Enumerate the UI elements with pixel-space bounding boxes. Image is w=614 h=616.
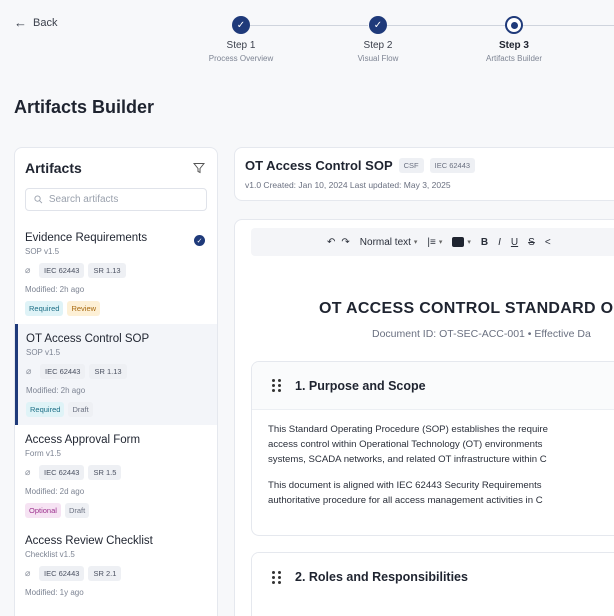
artifact-item-access-review-checklist[interactable]: Access Review Checklist Checklist v1.5 ⌀… <box>15 526 217 605</box>
document-header: OT Access Control SOP CSF IEC 62443 v1.0… <box>234 147 614 201</box>
line-spacing-dropdown[interactable]: |≡ ▾ <box>427 237 442 248</box>
strikethrough-button[interactable]: S <box>528 237 535 248</box>
artifacts-sidebar: Artifacts ✓ Evidence Requirements SOP v1… <box>14 147 218 616</box>
chevron-down-icon: ▾ <box>413 239 418 246</box>
artifact-name: OT Access Control SOP <box>26 333 150 345</box>
requirement-tag: SR 2.1 <box>88 566 122 581</box>
step-2[interactable]: ✓ Step 2 Visual Flow <box>323 16 433 63</box>
page-title: Artifacts Builder <box>14 97 155 117</box>
artifact-name: Access Review Checklist <box>25 535 153 547</box>
section-purpose-scope[interactable]: 1. Purpose and Scope This Standard Opera… <box>251 361 614 536</box>
step-1[interactable]: ✓ Step 1 Process Overview <box>186 16 296 63</box>
paperclip-icon: ⌀ <box>25 265 31 275</box>
step-title: Step 3 <box>498 40 529 51</box>
text-style-label: Normal text <box>359 236 411 248</box>
step-subtitle: Visual Flow <box>357 54 399 63</box>
drag-handle-icon[interactable] <box>272 570 281 584</box>
paragraph-line: This Standard Operating Procedure (SOP) … <box>268 424 548 435</box>
modified-time: Modified: 1y ago <box>25 588 84 597</box>
filter-icon[interactable] <box>193 162 205 174</box>
bold-button[interactable]: B <box>481 237 488 248</box>
section-title: 1. Purpose and Scope <box>295 378 426 393</box>
search-input[interactable] <box>48 194 206 205</box>
step-title: Step 2 <box>363 40 393 51</box>
redo-icon: ↷ <box>341 236 350 248</box>
status-badge: Draft <box>64 503 90 518</box>
modified-time: Modified: 2d ago <box>25 487 85 496</box>
step-subtitle: Artifacts Builder <box>485 54 543 63</box>
framework-tag: CSF <box>398 158 424 173</box>
chevron-down-icon: ▾ <box>438 239 443 246</box>
drag-handle-icon[interactable] <box>272 379 281 392</box>
requirement-tag: SR 1.13 <box>89 364 127 379</box>
paperclip-icon: ⌀ <box>25 568 31 578</box>
paragraph-line: access control within Operational Techno… <box>268 439 543 450</box>
paperclip-icon: ⌀ <box>26 366 32 376</box>
paragraph-line: This document is aligned with IEC 62443 … <box>268 480 542 491</box>
standard-tag: IEC 62443 <box>40 364 86 379</box>
artifact-item-evidence-requirements[interactable]: ✓ Evidence Requirements SOP v1.5 ⌀ IEC 6… <box>15 223 217 324</box>
requirement-tag: SR 1.5 <box>88 465 122 480</box>
document-id: Document ID: OT-SEC-ACC-001 • Effective … <box>372 328 591 340</box>
artifact-item-access-approval-form[interactable]: Access Approval Form Form v1.5 ⌀ IEC 624… <box>15 425 217 526</box>
stepper: ✓ Step 1 Process Overview ✓ Step 2 Visua… <box>0 16 614 76</box>
sidebar-title: Artifacts <box>25 160 82 176</box>
check-circle-icon: ✓ <box>194 235 205 246</box>
underline-button[interactable]: U <box>511 237 518 248</box>
step-3[interactable]: Step 3 Artifacts Builder <box>459 16 569 63</box>
standard-tag: IEC 62443 <box>39 263 85 278</box>
document-heading: OT ACCESS CONTROL STANDARD OP <box>319 300 614 317</box>
document-editor[interactable]: ↶ ↷ Normal text ▾ |≡ ▾ ▾ B I U S < OT ACCE… <box>234 219 614 616</box>
standard-tag: IEC 62443 <box>39 465 85 480</box>
editor-toolbar: ↶ ↷ Normal text ▾ |≡ ▾ ▾ B I U S < <box>251 228 614 256</box>
check-icon: ✓ <box>369 16 387 34</box>
paragraph-line: systems, SCADA networks, and related OT … <box>268 454 547 465</box>
undo-icon: ↶ <box>327 236 336 248</box>
standard-tag: IEC 62443 <box>429 158 476 173</box>
artifact-meta: Form v1.5 <box>25 449 62 458</box>
artifact-name: Access Approval Form <box>25 434 141 446</box>
line-spacing-icon: |≡ <box>427 236 436 248</box>
step-subtitle: Process Overview <box>208 54 274 63</box>
more-tools-button[interactable]: < <box>545 237 551 248</box>
check-icon: ✓ <box>232 16 250 34</box>
document-title: OT Access Control SOP <box>245 158 393 173</box>
artifact-meta: Checklist v1.5 <box>25 550 75 559</box>
requirement-tag: SR 1.13 <box>88 263 126 278</box>
standard-tag: IEC 62443 <box>39 566 85 581</box>
section-title: 2. Roles and Responsibilities <box>295 570 468 584</box>
italic-button[interactable]: I <box>498 237 501 248</box>
search-box[interactable] <box>25 188 207 211</box>
redo-button[interactable]: ↷ <box>341 237 349 248</box>
status-badge: Required <box>26 402 65 417</box>
color-swatch <box>452 237 465 247</box>
current-step-icon <box>505 16 523 34</box>
modified-time: Modified: 2h ago <box>25 285 85 294</box>
artifact-meta: SOP v1.5 <box>25 247 60 256</box>
text-color-dropdown[interactable]: ▾ <box>452 237 471 247</box>
status-badge: Draft <box>68 402 93 417</box>
section-body[interactable]: This Standard Operating Procedure (SOP) … <box>252 410 614 520</box>
paperclip-icon: ⌀ <box>25 467 31 477</box>
paragraph-line: authoritative procedure for all access m… <box>268 495 543 506</box>
text-style-dropdown[interactable]: Normal text ▾ <box>360 237 418 248</box>
status-badge: Review <box>67 301 101 316</box>
step-title: Step 1 <box>226 40 256 51</box>
status-badge: Optional <box>25 503 61 518</box>
chevron-down-icon: ▾ <box>467 239 471 246</box>
search-icon <box>34 195 43 204</box>
section-roles-responsibilities[interactable]: 2. Roles and Responsibilities <box>251 552 614 616</box>
status-badge: Required <box>25 301 64 316</box>
document-meta: v1.0 Created: Jan 10, 2024 Last updated:… <box>245 180 451 190</box>
modified-time: Modified: 2h ago <box>26 386 86 395</box>
artifact-meta: SOP v1.5 <box>26 348 61 357</box>
undo-button[interactable]: ↶ <box>327 237 335 248</box>
artifact-item-ot-access-control-sop[interactable]: OT Access Control SOP SOP v1.5 ⌀ IEC 624… <box>15 324 217 425</box>
artifact-name: Evidence Requirements <box>25 232 148 244</box>
